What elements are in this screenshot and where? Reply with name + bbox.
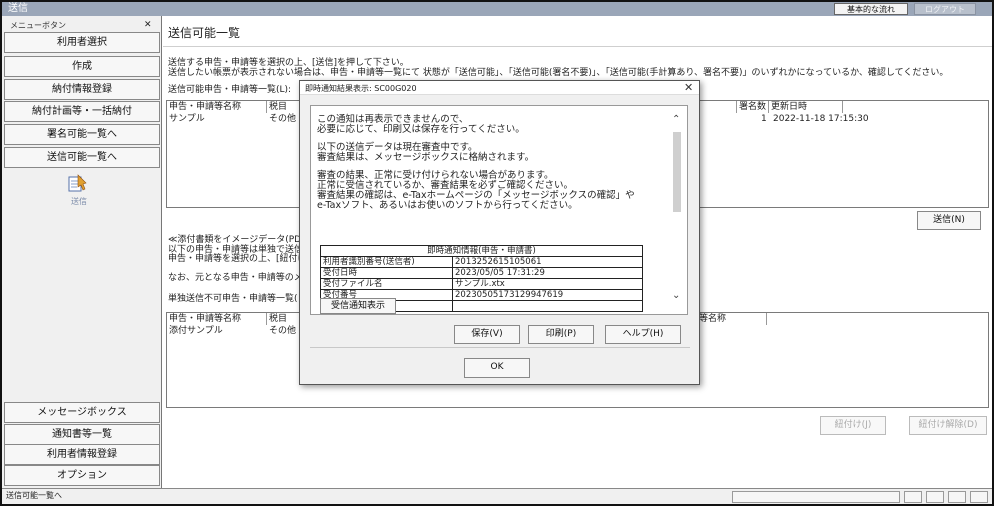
- send-document-icon[interactable]: [66, 172, 88, 194]
- status-pane: [948, 491, 966, 503]
- scrollbar-thumb[interactable]: [673, 132, 681, 212]
- row-updated: 2022-11-18 17:15:30: [773, 114, 869, 124]
- show-receipt-notice-button[interactable]: 受信通知表示: [320, 298, 396, 314]
- row-tax: その他: [269, 326, 297, 336]
- send-button[interactable]: 送信(N): [917, 211, 981, 230]
- save-button[interactable]: 保存(V): [454, 325, 520, 344]
- sidebar-item-message-box[interactable]: メッセージボックス: [4, 402, 160, 423]
- dialog-divider: [310, 347, 690, 348]
- notice-message: 必要に応じて、印刷又は保存を行ってください。: [317, 124, 525, 135]
- sidebar-item-create[interactable]: 作成: [4, 56, 160, 77]
- status-pane: [926, 491, 944, 503]
- logout-button[interactable]: ログアウト: [914, 3, 976, 15]
- column-header-name[interactable]: 申告・申請等名称: [167, 101, 267, 113]
- notice-key: 受付日時: [320, 267, 453, 279]
- note-line-4: なお、元となる申告・申請等のメッ: [168, 273, 312, 283]
- unlink-button[interactable]: 紐付け解除(D): [909, 416, 987, 435]
- column-header-name[interactable]: 申告・申請等名称: [167, 313, 267, 325]
- status-pane: [970, 491, 988, 503]
- notice-message: 審査結果は、メッセージボックスに格納されます。: [317, 152, 535, 163]
- row-tax: その他: [269, 114, 297, 124]
- menu-header: メニューボタン: [10, 21, 66, 30]
- dialog-title: 即時通知結果表示: SC00G020: [305, 84, 417, 93]
- column-header-sign-count[interactable]: 署名数: [737, 101, 769, 113]
- status-pane: [904, 491, 922, 503]
- single-list-label: 単独送信不可申告・申請等一覧(: [168, 294, 298, 304]
- sidebar-item-options[interactable]: オプション: [4, 465, 160, 486]
- window-title: 送信: [8, 3, 28, 14]
- notice-value: 20230505173129947619: [452, 289, 643, 301]
- sidebar-menu: メニューボタン ✕ 利用者選択 作成 納付情報登録 納付計画等・一括納付 署名可…: [2, 16, 162, 488]
- chevron-down-icon[interactable]: ⌄: [672, 290, 680, 301]
- status-pane: [732, 491, 900, 503]
- notice-content-pane[interactable]: この通知は再表示できませんので、 必要に応じて、印刷又は保存を行ってください。 …: [310, 105, 688, 315]
- basic-flow-button[interactable]: 基本的な流れ: [834, 3, 908, 15]
- print-button[interactable]: 印刷(P): [528, 325, 594, 344]
- column-header-attached-name[interactable]: 等名称: [697, 313, 767, 325]
- row-name: 添付サンプル: [169, 326, 223, 336]
- sidebar-item-payment-plan[interactable]: 納付計画等・一括納付: [4, 101, 160, 122]
- help-button[interactable]: ヘルプ(H): [605, 325, 681, 344]
- notice-message: e-Taxソフト、あるいはお使いのソフトから行ってください。: [317, 200, 578, 211]
- notice-value: サンプル.xtx: [452, 278, 643, 290]
- note-line-3: 申告・申請等を選択の上、[紐付け: [168, 254, 307, 264]
- link-button[interactable]: 紐付け(J): [820, 416, 886, 435]
- chevron-up-icon[interactable]: ⌃: [672, 114, 680, 125]
- sendable-list-label: 送信可能申告・申請等一覧(L):: [168, 85, 292, 95]
- notice-table-title: 即時通知情報(申告・申請書): [320, 245, 643, 257]
- ok-button[interactable]: OK: [464, 358, 530, 378]
- page-title: 送信可能一覧: [168, 26, 241, 40]
- notice-key: 受付ファイル名: [320, 278, 453, 290]
- status-text: 送信可能一覧へ: [6, 491, 62, 500]
- table-row: 受付日時 2023/05/05 17:31:29: [320, 267, 643, 279]
- immediate-notice-dialog: 即時通知結果表示: SC00G020 ✕ この通知は再表示できませんので、 必要…: [299, 80, 700, 385]
- instruction-line-2: 送信したい帳票が表示されない場合は、申告・申請等一覧にて 状態が「送信可能」、「…: [168, 68, 949, 78]
- sidebar-item-sendable-list[interactable]: 送信可能一覧へ: [4, 147, 160, 168]
- title-bar: 送信 基本的な流れ ログアウト: [2, 2, 992, 16]
- close-icon[interactable]: ✕: [684, 81, 693, 95]
- title-divider: [163, 46, 992, 47]
- sidebar-item-signable-list[interactable]: 署名可能一覧へ: [4, 124, 160, 145]
- close-icon[interactable]: ✕: [144, 20, 152, 30]
- vertical-scrollbar[interactable]: ⌃ ⌄: [668, 106, 687, 314]
- row-sign-count: 1: [761, 114, 767, 124]
- sidebar-item-user-select[interactable]: 利用者選択: [4, 32, 160, 53]
- notice-value: 2013252615105061: [452, 256, 643, 268]
- status-bar: 送信可能一覧へ: [2, 488, 992, 504]
- column-header-updated[interactable]: 更新日時: [769, 101, 843, 113]
- row-name: サンプル: [169, 114, 205, 124]
- sidebar-item-notices-list[interactable]: 通知書等一覧: [4, 424, 160, 445]
- notice-value: [452, 300, 643, 312]
- table-row: 受付ファイル名 サンプル.xtx: [320, 278, 643, 290]
- dialog-title-bar: 即時通知結果表示: SC00G020 ✕: [300, 81, 699, 95]
- sidebar-item-user-info[interactable]: 利用者情報登録: [4, 444, 160, 465]
- table-row: 利用者識別番号(送信者) 2013252615105061: [320, 256, 643, 268]
- send-icon-label: 送信: [71, 197, 87, 206]
- notice-value: 2023/05/05 17:31:29: [452, 267, 643, 279]
- notice-key: 利用者識別番号(送信者): [320, 256, 453, 268]
- sidebar-item-payment-info[interactable]: 納付情報登録: [4, 79, 160, 100]
